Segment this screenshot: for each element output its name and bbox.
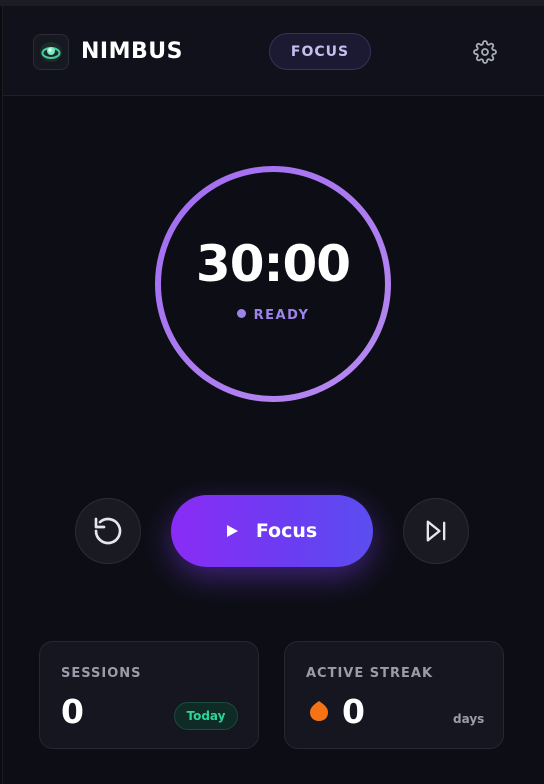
today-badge: Today	[174, 702, 238, 730]
gear-icon	[473, 40, 497, 64]
sessions-card: SESSIONS 0 Today	[39, 641, 259, 749]
play-icon	[226, 525, 238, 537]
timer-ring: 30:00 READY	[151, 162, 395, 406]
status-dot-icon	[236, 309, 246, 318]
settings-button[interactable]	[471, 38, 499, 66]
timer-display: 30:00	[195, 235, 351, 293]
sessions-value: 0	[61, 692, 84, 731]
streak-value: 0	[342, 692, 365, 731]
sessions-label: SESSIONS	[61, 666, 142, 681]
skip-next-icon	[426, 520, 446, 542]
reset-icon	[94, 517, 122, 545]
focus-start-button[interactable]: Focus	[171, 495, 373, 567]
app-window: NIMBUS FOCUS 30:00 READY Focus SESSIONS …	[2, 6, 544, 784]
streak-unit: days	[453, 712, 485, 726]
skip-button[interactable]	[403, 498, 469, 564]
status-label: READY	[253, 308, 310, 323]
nimbus-logo-icon	[33, 34, 69, 70]
app-header: NIMBUS FOCUS	[3, 6, 544, 96]
reset-button[interactable]	[75, 498, 141, 564]
brand-name: NIMBUS	[81, 39, 183, 64]
mode-indicator[interactable]: FOCUS	[269, 33, 371, 70]
timer-status: READY	[151, 308, 395, 323]
focus-button-label: Focus	[255, 520, 318, 542]
flame-icon	[310, 701, 328, 721]
streak-label: ACTIVE STREAK	[306, 666, 434, 681]
streak-card: ACTIVE STREAK 0 days	[284, 641, 504, 749]
